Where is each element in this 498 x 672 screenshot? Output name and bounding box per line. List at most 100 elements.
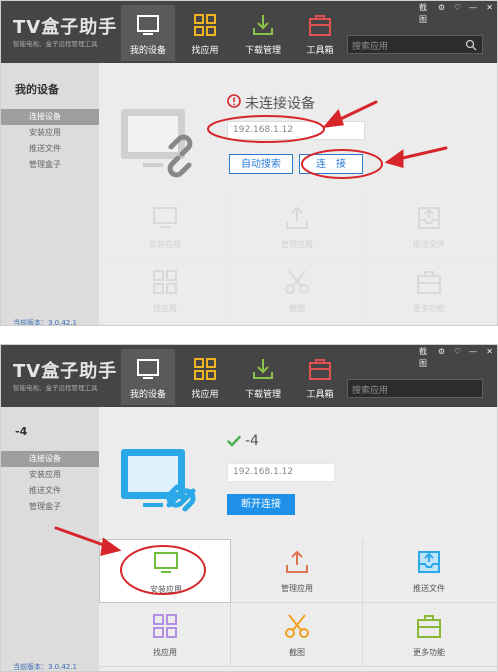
minimize-icon[interactable]: — [469,2,477,14]
main-panel: 未连接设备 192.168.1.12 自动搜索 连 接 安装应用 管理应用 推送… [99,63,497,325]
grid-find-app[interactable]: 找应用 [99,603,231,667]
nav-find-apps[interactable]: 找应用 [178,5,232,61]
scissors-icon [285,614,309,638]
screenshot-connected: TV盒子助手 智能电视、盒子远程管理工具 我的设备 找应用 下载管理 工具箱 搜… [0,344,498,672]
minimize-icon[interactable]: — [469,346,477,358]
favorite-icon[interactable]: ♡ [454,346,461,358]
grid-label: 更多功能 [413,304,445,313]
sidebar-item-connect[interactable]: 连接设备 [1,109,99,125]
search-input[interactable]: 搜索应用 [352,383,388,396]
grid-more[interactable]: 更多功能 [363,603,497,667]
sidebar-item-install[interactable]: 安装应用 [1,467,99,483]
grid-label: 安装应用 [150,585,182,594]
apps-grid-icon [194,14,216,36]
function-grid: 安装应用 管理应用 推送文件 找应用 截图 更多功能 [99,195,497,325]
nav-label: 找应用 [191,390,219,400]
connect-button[interactable]: 连 接 [299,154,363,174]
settings-icon[interactable]: ⚙ [438,346,445,358]
version-text: 当前版本：3.0.42.1 [13,663,77,671]
settings-icon[interactable]: ⚙ [438,2,445,14]
toolbox-icon [309,359,331,380]
favorite-icon[interactable]: ♡ [454,2,461,14]
grid-manage-app[interactable]: 管理应用 [231,195,363,259]
nav-label: 我的设备 [129,46,166,56]
app-brand: TV盒子助手 [13,17,118,38]
ip-address-field[interactable]: 192.168.1.12 [227,121,365,140]
toolbox-icon [309,15,331,36]
nav-label: 下载管理 [244,390,281,400]
sidebar-item-install[interactable]: 安装应用 [1,125,99,141]
header: TV盒子助手 智能电视、盒子远程管理工具 我的设备 找应用 下载管理 工具箱 搜… [1,345,497,407]
grid-push-file[interactable]: 推送文件 [363,539,497,603]
app-tagline: 智能电视、盒子远程管理工具 [13,40,98,48]
sidebar-title: 我的设备 [15,83,59,96]
close-icon[interactable]: ✕ [486,346,493,358]
nav-find-apps[interactable]: 找应用 [178,349,232,405]
grid-more[interactable]: 更多功能 [363,259,497,323]
grid-label: 找应用 [153,304,177,313]
search-box[interactable]: 搜索应用 [347,379,483,398]
tv-connected-icon [121,449,196,512]
grid-label: 找应用 [153,648,177,657]
sidebar-item-manage[interactable]: 管理盒子 [1,499,99,515]
apps-grid-icon [153,270,177,294]
search-box[interactable]: 搜索应用 [347,35,483,54]
nav-my-devices[interactable]: 我的设备 [121,5,175,61]
monitor-icon [153,207,177,228]
main-panel: -4 192.168.1.12 断开连接 安装应用 管理应用 推送文件 找应用 [99,407,497,671]
nav-label: 我的设备 [129,390,166,400]
status-text: 未连接设备 [245,96,315,112]
sidebar: 我的设备 连接设备 安装应用 推送文件 管理盒子 当前版本：3.0.42.1 [1,63,99,326]
apps-grid-icon [153,614,177,638]
ip-address-field[interactable]: 192.168.1.12 [227,463,335,482]
sidebar-item-push[interactable]: 推送文件 [1,141,99,157]
grid-install-app[interactable]: 安装应用 [99,539,231,603]
grid-find-app[interactable]: 找应用 [99,259,231,323]
screenshot-button[interactable]: 截图 [419,2,427,26]
grid-manage-app[interactable]: 管理应用 [231,539,363,603]
grid-label: 推送文件 [413,240,445,249]
sidebar-item-push[interactable]: 推送文件 [1,483,99,499]
download-icon [253,359,273,379]
screenshot-disconnected: TV盒子助手 智能电视、盒子远程管理工具 我的设备 找应用 下载管理 工具箱 搜… [0,0,498,326]
tv-icon [137,359,159,379]
version-text: 当前版本：3.0.42.1 [13,319,77,326]
grid-label: 截图 [289,304,305,313]
grid-label: 更多功能 [413,648,445,657]
tv-icon [137,15,159,35]
sidebar-item-manage[interactable]: 管理盒子 [1,157,99,173]
header: TV盒子助手 智能电视、盒子远程管理工具 我的设备 找应用 下载管理 工具箱 搜… [1,1,497,63]
toolbox-icon [417,615,441,638]
nav-label: 找应用 [191,46,219,56]
disconnect-button[interactable]: 断开连接 [227,494,295,515]
sidebar-item-connect[interactable]: 连接设备 [1,451,99,467]
sidebar: -4 连接设备 安装应用 推送文件 管理盒子 当前版本：3.0.42.1 [1,407,99,671]
device-name: -4 [245,433,259,449]
app-brand: TV盒子助手 [13,361,118,382]
nav-toolbox[interactable]: 工具箱 [293,349,347,405]
nav-my-devices[interactable]: 我的设备 [121,349,175,405]
auto-search-button[interactable]: 自动搜索 [229,154,293,174]
nav-download-manager[interactable]: 下载管理 [236,349,290,405]
grid-screenshot[interactable]: 截图 [231,603,363,667]
grid-label: 推送文件 [413,584,445,593]
search-input[interactable]: 搜索应用 [352,39,388,52]
inbox-upload-icon [418,207,440,229]
apps-grid-icon [194,358,216,380]
nav-toolbox[interactable]: 工具箱 [293,5,347,61]
search-icon[interactable] [465,39,477,51]
check-icon [227,435,241,447]
nav-label: 工具箱 [306,46,334,56]
grid-screenshot[interactable]: 截图 [231,259,363,323]
close-icon[interactable]: ✕ [486,2,493,14]
grid-label: 管理应用 [281,584,313,593]
nav-label: 工具箱 [306,390,334,400]
screenshot-button[interactable]: 截图 [419,346,427,370]
toolbox-icon [417,271,441,294]
nav-label: 下载管理 [244,46,281,56]
grid-push-file[interactable]: 推送文件 [363,195,497,259]
grid-install-app[interactable]: 安装应用 [99,195,231,259]
alert-icon [227,94,241,108]
nav-download-manager[interactable]: 下载管理 [236,5,290,61]
tv-disconnected-icon [121,109,193,178]
